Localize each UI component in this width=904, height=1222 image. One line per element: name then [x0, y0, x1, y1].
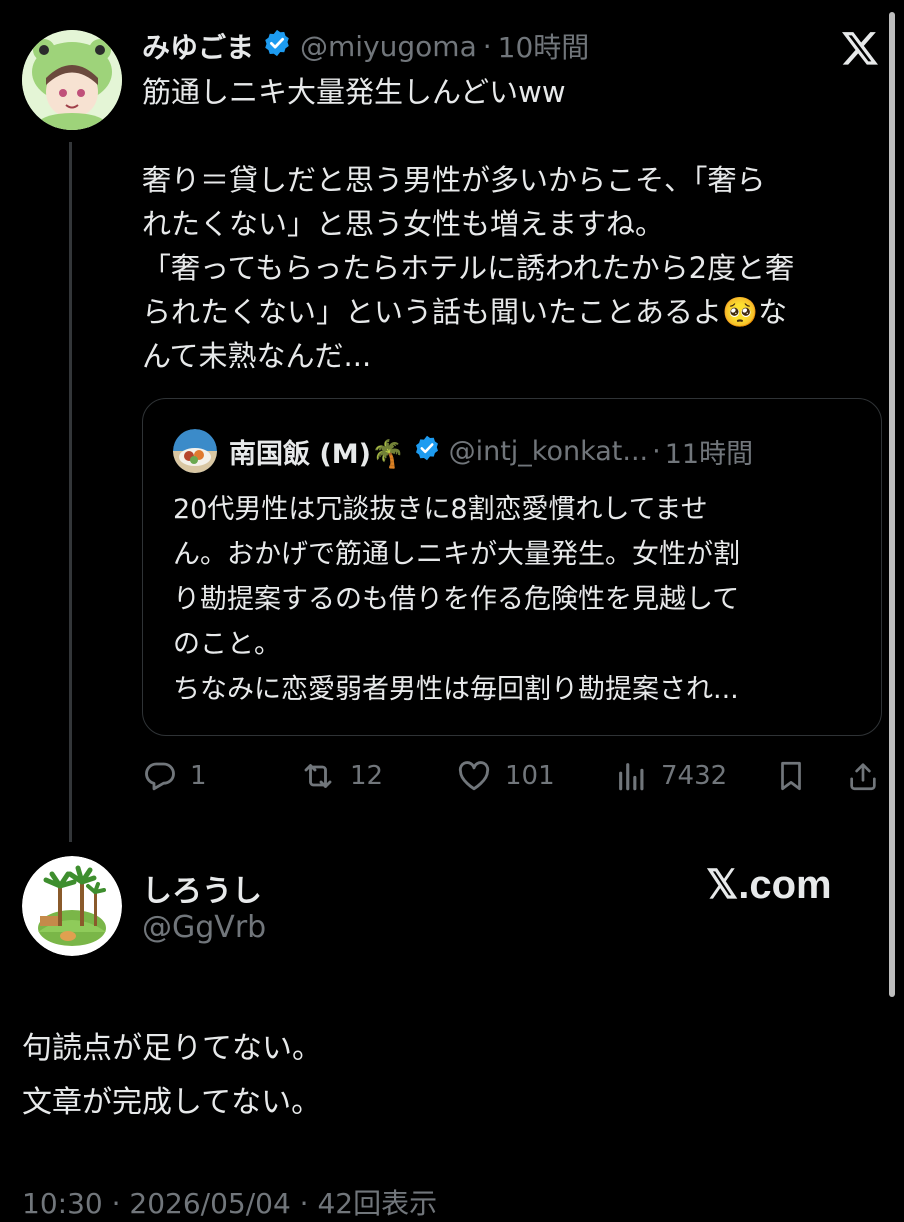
x-logo-icon[interactable]	[840, 28, 880, 68]
scrollbar[interactable]	[889, 12, 895, 997]
avatar-nangokumeshi	[173, 429, 217, 473]
analytics-icon	[619, 763, 644, 791]
quote-line: ちなみに恋愛弱者男性は毎回割り勘提案され...	[173, 674, 739, 705]
reply-count: 1	[190, 761, 207, 791]
repost-icon	[304, 764, 332, 788]
quote-line: 20代男性は冗談抜きに8割恋愛慣れしてませ	[173, 494, 708, 525]
avatar-shiroushi[interactable]	[22, 856, 122, 956]
quote-time: 11時間	[664, 438, 754, 470]
tweet1-header: みゆごま @miyugoma · 10時間	[142, 25, 589, 67]
tweet2-body: 句読点が足りてない。 文章が完成してない。	[22, 1022, 862, 1130]
avatar-miyugoma[interactable]	[22, 30, 122, 130]
view-count: 7432	[661, 761, 728, 791]
tweet1-body: 筋通しニキ大量発生しんどいww 奢り＝貸しだと思う男性が多いからこそ、「奢ら れ…	[142, 70, 882, 378]
reply-icon	[145, 762, 175, 791]
quote-body: 20代男性は冗談抜きに8割恋愛慣れしてませ ん。おかげで筋通しニキが大量発生。女…	[173, 487, 873, 712]
tweet2-line: 句読点が足りてない。	[22, 1031, 322, 1066]
tweet2-handle[interactable]: @GgVrb	[142, 910, 266, 945]
like-count: 101	[505, 761, 555, 791]
share-icon	[850, 763, 876, 791]
separator-dot: ·	[652, 435, 661, 467]
tweet1-line: れたくない」と思う女性も増えますね。	[142, 207, 665, 241]
brand-x-com: 𝕏.com	[706, 863, 832, 907]
separator-dot: ·	[482, 29, 492, 63]
tweet1-line: んて未熟なんだ...	[142, 339, 372, 373]
tweet1-line: 奢り＝貸しだと思う男性が多いからこそ、「奢ら	[142, 163, 766, 197]
bookmark-icon	[781, 761, 801, 791]
tweet2-footer-meta: 10:30 · 2026/05/04 · 42回表示	[22, 1187, 438, 1220]
quote-display-name: 南国飯 (M)🌴	[229, 438, 405, 470]
like-button[interactable]: 101	[455, 756, 555, 796]
tweet1-line	[142, 114, 882, 158]
share-button[interactable]	[846, 756, 880, 796]
heart-icon	[458, 761, 490, 791]
bookmark-button[interactable]	[774, 756, 808, 796]
repost-button[interactable]: 12	[298, 756, 383, 796]
tweet1-display-name[interactable]: みゆごま	[142, 26, 254, 66]
reply-button[interactable]: 1	[142, 756, 207, 796]
repost-count: 12	[350, 761, 384, 791]
quote-line: のこと。	[173, 629, 281, 660]
tweet1-line: 筋通しニキ大量発生しんどいww	[142, 75, 566, 109]
tweet2-line: 文章が完成してない。	[22, 1085, 322, 1120]
quote-handle: @intj_konkat...	[448, 435, 649, 467]
quote-line: り勘提案するのも借りを作る危険性を見越して	[173, 584, 740, 615]
quote-line: ん。おかげで筋通しニキが大量発生。女性が割	[173, 539, 740, 570]
tweet1-time[interactable]: 10時間	[498, 26, 590, 66]
tweet1-handle[interactable]: @miyugoma	[300, 30, 477, 63]
quote-header: 南国飯 (M)🌴 @intj_konkat... · 11時間	[229, 431, 753, 471]
quoted-tweet-card[interactable]: 南国飯 (M)🌴 @intj_konkat... · 11時間 20代男性は冗談…	[142, 398, 882, 736]
tweet1-line: 「奢ってもらったらホテルに誘われたから2度と奢	[142, 251, 795, 285]
verified-badge-icon	[413, 434, 441, 469]
verified-badge-icon	[262, 28, 292, 65]
thread-connector-line	[69, 142, 72, 842]
tweet1-line: られたくない」という話も聞いたことあるよ🥺な	[142, 295, 788, 329]
views-button[interactable]: 7432	[615, 756, 727, 796]
tweet2-display-name[interactable]: しろうし	[142, 866, 262, 910]
